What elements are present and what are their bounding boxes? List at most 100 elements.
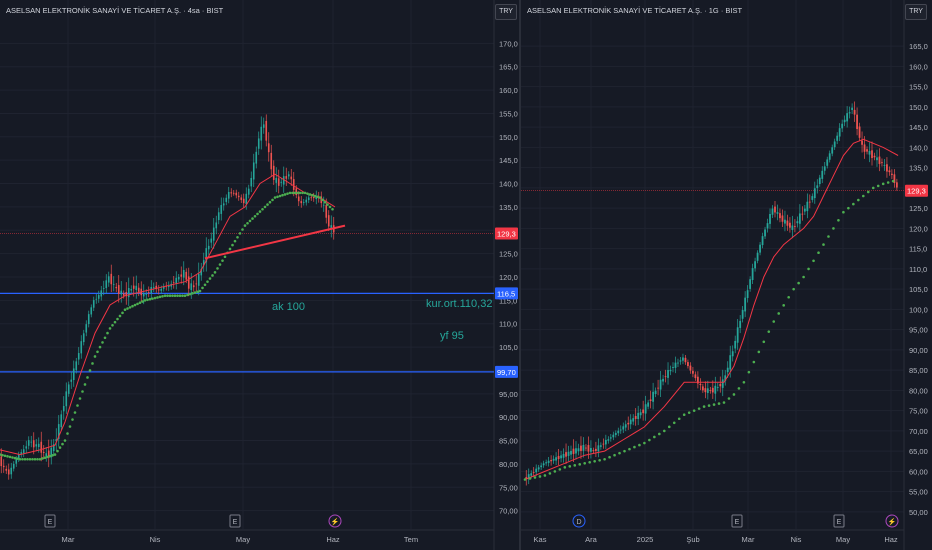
ma-green-dot (6, 455, 9, 458)
candle (861, 140, 863, 145)
ma-green-dot (832, 227, 835, 230)
ma-green-dot (812, 259, 815, 263)
candle (312, 196, 315, 199)
ma-green-dot (822, 243, 825, 246)
right-chart-panel: 50,00 55,00 60,00 65,00 70,00 75,00 80,00 85,00… (521, 0, 932, 550)
candle (25, 446, 28, 449)
candle (771, 208, 774, 215)
candle (187, 276, 190, 289)
event-marker-label: ⚡ (888, 517, 897, 526)
candle (142, 293, 145, 297)
ma-green-dot (133, 303, 137, 307)
ma-green-dot (178, 294, 182, 297)
ma-green-dot (128, 306, 132, 309)
candle (662, 378, 664, 382)
candle (789, 222, 791, 228)
ma-green-dot (171, 294, 174, 297)
candle (267, 143, 270, 153)
y-tick-label: 100,0 (909, 305, 928, 314)
event-marker-label: E (48, 519, 53, 526)
ma-green-dot (33, 457, 37, 461)
candle (530, 473, 533, 476)
candle (560, 455, 562, 459)
candle (285, 176, 288, 179)
left-currency-badge[interactable]: TRY (495, 4, 517, 20)
candle (555, 457, 557, 461)
candle (793, 226, 796, 227)
ma-green-dot (881, 182, 885, 186)
candle (70, 379, 73, 382)
ma-green-dot (141, 300, 144, 303)
ma-green-dot (862, 194, 865, 198)
left-chart-svg[interactable]: 70,0075,0080,0085,0090,0095,00100,0105,0… (0, 0, 520, 550)
candle (729, 355, 732, 370)
ma-green-dot (737, 387, 741, 390)
candle (192, 285, 195, 288)
ma-green-dot (553, 470, 557, 473)
candle (237, 195, 240, 198)
candle (550, 460, 553, 462)
y-tick-label: 115,0 (909, 245, 927, 254)
y-tick-label: 145,0 (499, 156, 518, 165)
y-tick-label: 165,0 (909, 42, 928, 51)
ma-green-dot (26, 457, 29, 461)
candle (280, 181, 283, 183)
candle (786, 220, 789, 226)
ma-green-dot (291, 191, 294, 195)
ma-green-dot (258, 210, 262, 213)
candle (77, 353, 80, 360)
candle (222, 203, 225, 206)
y-tick-label: 95,00 (909, 326, 928, 335)
ma-green-dot (123, 308, 127, 312)
candle (82, 333, 85, 343)
right-currency-badge[interactable]: TRY (905, 4, 927, 20)
y-tick-label: 140,0 (909, 143, 928, 152)
ma-green-dot (767, 330, 771, 333)
candle (262, 124, 265, 128)
y-tick-label: 85,00 (499, 437, 518, 446)
candle (886, 164, 888, 172)
ma-green-dot (837, 219, 840, 222)
ma-green-dot (176, 294, 179, 297)
ma-green-dot (243, 224, 247, 227)
candle (270, 152, 273, 170)
candle (185, 271, 188, 280)
ma-green-dot (886, 181, 890, 184)
y-tick-label: 95,00 (499, 390, 518, 399)
candle (883, 165, 886, 166)
x-tick-label: Şub (686, 535, 699, 544)
candle (60, 414, 63, 428)
candle (632, 418, 635, 422)
candle (5, 468, 8, 471)
y-tick-label: 150,0 (909, 103, 928, 112)
candle (255, 151, 258, 164)
candle (295, 188, 298, 196)
candle (100, 290, 103, 297)
ma-green-dot (61, 442, 64, 446)
right-chart-svg[interactable]: 50,00 55,00 60,00 65,00 70,00 75,00 80,00 85,00… (521, 0, 932, 550)
ma-green-dot (46, 455, 49, 459)
candle (654, 390, 657, 395)
candle (617, 430, 620, 434)
ma-red-line (0, 173, 336, 456)
candle (868, 150, 871, 155)
candle (744, 297, 747, 312)
ma-green-dot (38, 457, 42, 461)
ma-green-dot (677, 417, 681, 421)
right-chart-title: ASELSAN ELEKTRONİK SANAYİ VE TİCARET A.Ş… (527, 6, 743, 15)
candle (674, 362, 677, 368)
candle (634, 416, 637, 419)
ma-green-dot (266, 203, 269, 206)
ma-green-dot (118, 314, 122, 318)
candle (816, 185, 819, 189)
ma-green-dot (36, 457, 39, 461)
candle (699, 383, 702, 386)
ma-green-dot (56, 449, 59, 453)
ma-green-dot (772, 320, 776, 323)
ma-green-dot (153, 296, 157, 300)
ma-green-dot (206, 280, 209, 283)
candle (779, 213, 781, 219)
candle (821, 170, 824, 179)
ma-green-dot (193, 291, 197, 294)
candle (818, 177, 821, 185)
